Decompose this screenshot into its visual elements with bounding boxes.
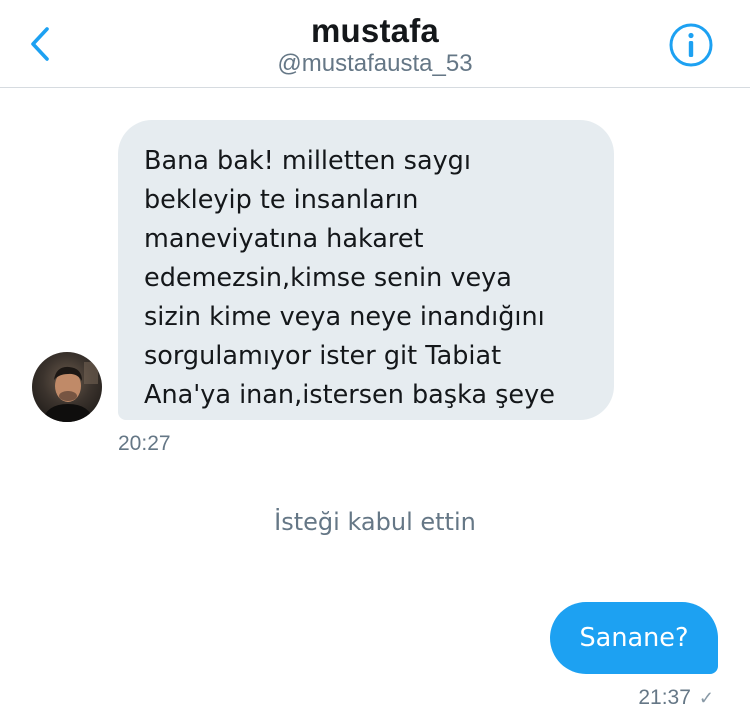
outgoing-message-text: Sanane? bbox=[579, 623, 689, 653]
check-icon: ✓ bbox=[698, 687, 714, 708]
avatar[interactable] bbox=[32, 352, 102, 422]
conversation-header: mustafa @mustafausta_53 bbox=[0, 0, 750, 88]
contact-handle: @mustafausta_53 bbox=[277, 50, 473, 77]
incoming-message-time: 20:27 bbox=[118, 432, 171, 455]
info-icon bbox=[669, 23, 713, 67]
outgoing-message-time: 21:37 bbox=[638, 686, 691, 709]
incoming-message-text: Bana bak! milletten saygı bekleyip te in… bbox=[144, 146, 555, 410]
request-accepted-notice: İsteği kabul ettin bbox=[274, 508, 476, 536]
outgoing-message-meta: 21:37 ✓ bbox=[638, 686, 714, 710]
incoming-message-bubble[interactable]: Bana bak! milletten saygı bekleyip te in… bbox=[118, 120, 614, 420]
info-button[interactable] bbox=[668, 22, 714, 68]
contact-name[interactable]: mustafa bbox=[0, 12, 750, 50]
outgoing-message-bubble[interactable]: Sanane? bbox=[550, 602, 718, 674]
